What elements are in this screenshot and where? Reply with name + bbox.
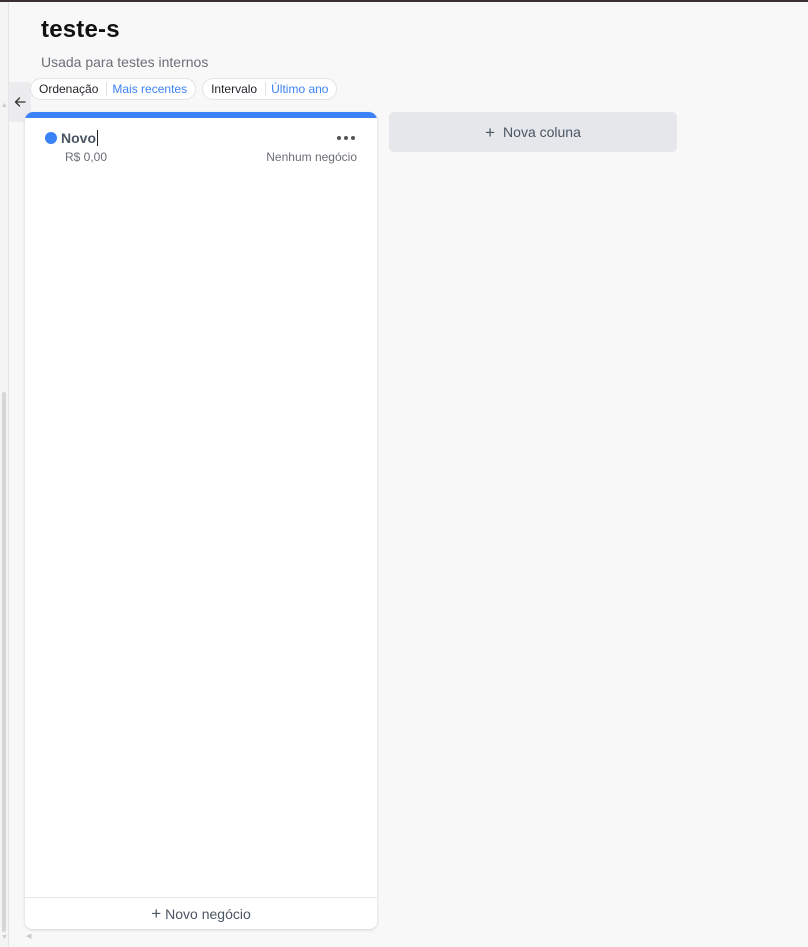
scroll-left-arrow-icon[interactable]: ◀ [26, 932, 31, 940]
sort-filter-pill[interactable]: Ordenação Mais recentes [30, 78, 197, 100]
board-header: teste-s Usada para testes internos [41, 16, 208, 70]
new-column-button[interactable]: + Nova coluna [389, 112, 677, 152]
add-deal-button[interactable]: + Novo negócio [25, 897, 377, 929]
column-header: Novo R$ 0,00 Nenhum negócio [45, 130, 357, 164]
page-subtitle: Usada para testes internos [41, 54, 209, 70]
pipeline-column: Novo R$ 0,00 Nenhum negócio + Novo negóc… [25, 112, 377, 929]
arrow-left-icon [14, 97, 26, 107]
range-filter-label: Intervalo [211, 82, 267, 96]
sort-filter-value: Mais recentes [112, 82, 188, 96]
page-title: teste-s [41, 16, 120, 43]
range-filter-pill[interactable]: Intervalo Último ano [202, 78, 338, 100]
column-name-input[interactable]: Novo [61, 130, 98, 146]
column-total-value: R$ 0,00 [65, 150, 108, 164]
add-deal-label: Novo negócio [165, 905, 251, 922]
plus-icon: + [151, 904, 162, 923]
new-column-label: Nova coluna [503, 124, 581, 140]
scrollbar-thumb[interactable] [2, 392, 6, 932]
column-deal-count: Nenhum negócio [266, 150, 357, 164]
vertical-scrollbar[interactable]: ▲ ▼ [0, 2, 9, 947]
filter-bar: Ordenação Mais recentes Intervalo Último… [30, 78, 338, 100]
column-status-dot [45, 132, 57, 144]
window-top-border [0, 0, 808, 2]
plus-icon: + [485, 122, 496, 142]
range-filter-value: Último ano [271, 82, 329, 96]
sort-filter-label: Ordenação [39, 82, 108, 96]
scroll-up-arrow-icon[interactable]: ▲ [1, 102, 8, 109]
scroll-down-arrow-icon[interactable]: ▼ [1, 934, 8, 941]
more-options-icon[interactable] [335, 132, 357, 144]
column-color-bar [25, 112, 377, 118]
